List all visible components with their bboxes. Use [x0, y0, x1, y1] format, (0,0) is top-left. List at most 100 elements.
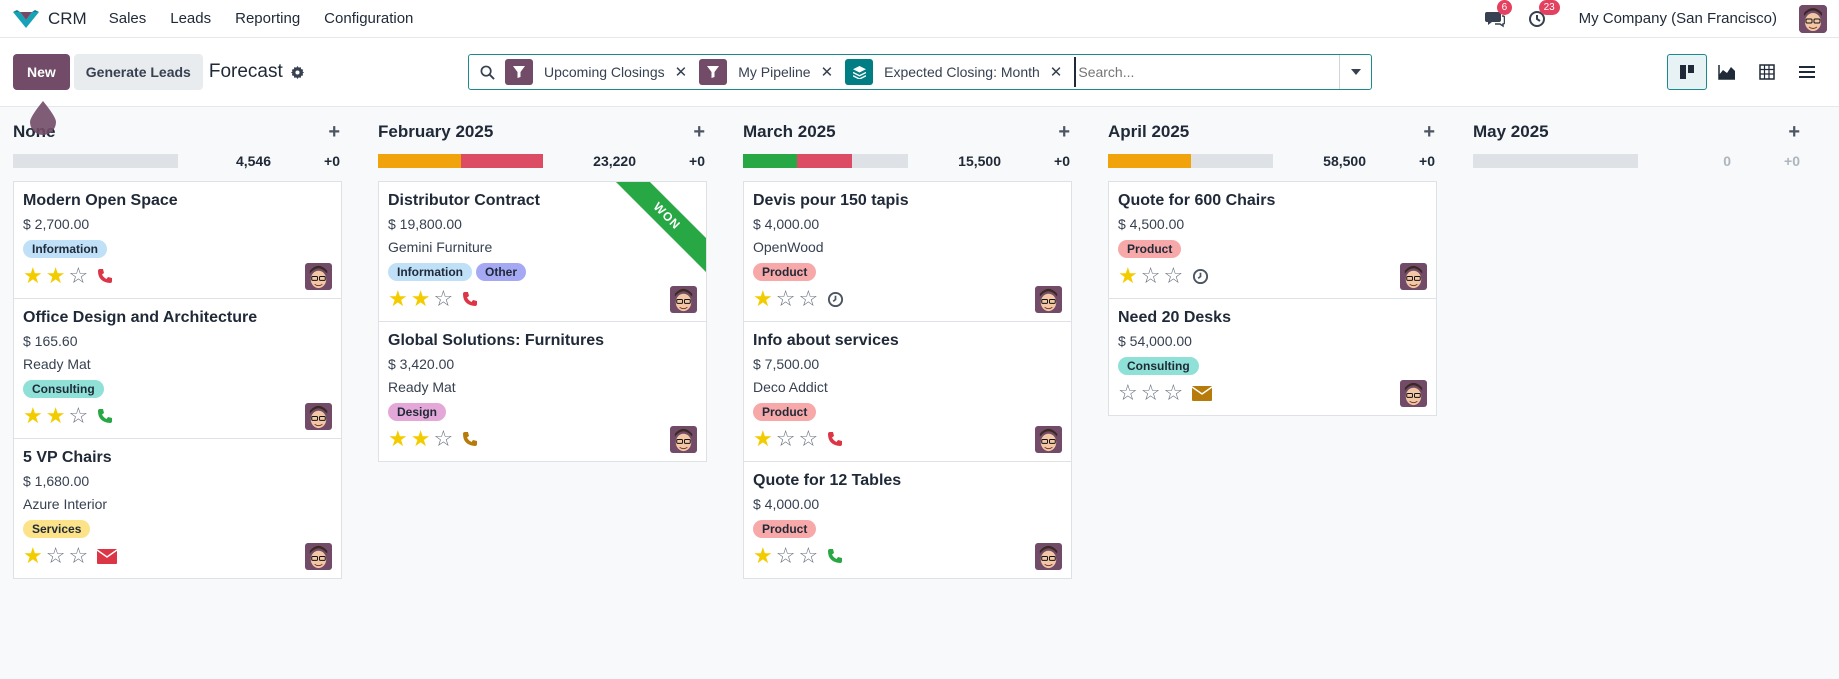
lead-card[interactable]: WON Distributor Contract $ 19,800.00 Gemini…: [379, 182, 706, 322]
salesperson-avatar[interactable]: [1035, 425, 1062, 453]
gear-icon[interactable]: [290, 65, 304, 79]
priority-star-icon[interactable]: ☆: [798, 288, 818, 310]
new-button[interactable]: New: [13, 54, 70, 90]
priority-star-icon[interactable]: ☆: [776, 545, 796, 567]
pivot-view-button[interactable]: [1747, 54, 1787, 90]
priority-star-icon[interactable]: ★: [388, 288, 408, 310]
priority-star-icon[interactable]: ☆: [68, 265, 88, 287]
phone-icon[interactable]: [462, 291, 478, 307]
priority-star-icon[interactable]: ★: [23, 405, 43, 427]
app-brand[interactable]: CRM: [12, 9, 87, 29]
priority-star-icon[interactable]: ☆: [798, 545, 818, 567]
lead-card[interactable]: Need 20 Desks $ 54,000.00 Consulting ☆ ☆ ☆: [1109, 299, 1436, 415]
menu-reporting[interactable]: Reporting: [235, 10, 300, 27]
priority-star-icon[interactable]: ☆: [433, 428, 453, 450]
quick-create-button[interactable]: +: [693, 121, 705, 144]
generate-leads-button[interactable]: Generate Leads: [73, 54, 203, 90]
phone-icon[interactable]: [97, 408, 113, 424]
priority-star-icon[interactable]: ★: [388, 428, 408, 450]
quick-create-button[interactable]: +: [328, 121, 340, 144]
priority-star-icon[interactable]: ☆: [776, 428, 796, 450]
quick-create-button[interactable]: +: [1788, 121, 1800, 144]
column-title[interactable]: April 2025: [1108, 122, 1189, 142]
priority-star-icon[interactable]: ★: [23, 545, 43, 567]
priority-star-icon[interactable]: ☆: [776, 288, 796, 310]
salesperson-avatar[interactable]: [305, 542, 332, 570]
kanban-column: None+ 4,546 +0 Modern Open Space $ 2,700.00 I…: [13, 121, 342, 579]
menu-sales[interactable]: Sales: [109, 10, 147, 27]
menu-leads[interactable]: Leads: [170, 10, 211, 27]
lead-title: Need 20 Desks: [1118, 309, 1231, 326]
progress-segment[interactable]: [1108, 154, 1191, 168]
priority-star-icon[interactable]: ☆: [798, 428, 818, 450]
lead-card[interactable]: Info about services $ 7,500.00 Deco Addict…: [744, 322, 1071, 462]
phone-icon[interactable]: [827, 548, 843, 564]
user-avatar[interactable]: [1799, 4, 1827, 33]
progress-segment[interactable]: [378, 154, 461, 168]
facet-upcoming-closings[interactable]: Upcoming Closings ✕: [505, 59, 692, 85]
envelope-icon[interactable]: [1192, 385, 1213, 401]
priority-star-icon[interactable]: ☆: [1163, 382, 1183, 404]
messages-button[interactable]: 6: [1483, 0, 1513, 30]
lead-card[interactable]: Quote for 12 Tables $ 4,000.00 Product ★ ☆ ☆: [744, 462, 1071, 578]
priority-star-icon[interactable]: ★: [753, 288, 773, 310]
priority-star-icon[interactable]: ★: [1118, 265, 1138, 287]
salesperson-avatar[interactable]: [305, 262, 332, 290]
column-title[interactable]: February 2025: [378, 122, 493, 142]
menu-configuration[interactable]: Configuration: [324, 10, 413, 27]
priority-star-icon[interactable]: ★: [411, 428, 431, 450]
lead-card[interactable]: Office Design and Architecture $ 165.60 Re…: [14, 299, 341, 439]
priority-star-icon[interactable]: ☆: [1141, 265, 1161, 287]
phone-icon[interactable]: [827, 431, 843, 447]
priority-star-icon[interactable]: ☆: [1118, 382, 1138, 404]
company-switcher[interactable]: My Company (San Francisco): [1579, 10, 1777, 27]
priority-star-icon[interactable]: ☆: [433, 288, 453, 310]
lead-card[interactable]: Quote for 600 Chairs $ 4,500.00 Product ★ ☆ ☆: [1109, 182, 1436, 299]
column-title[interactable]: May 2025: [1473, 122, 1549, 142]
envelope-icon[interactable]: [97, 548, 118, 564]
clock-icon[interactable]: [827, 291, 844, 308]
salesperson-avatar[interactable]: [670, 425, 697, 453]
phone-icon[interactable]: [462, 431, 478, 447]
priority-star-icon[interactable]: ★: [753, 428, 773, 450]
priority-star-icon[interactable]: ☆: [1163, 265, 1183, 287]
priority-star-icon[interactable]: ☆: [46, 545, 66, 567]
lead-card[interactable]: 5 VP Chairs $ 1,680.00 Azure Interior Servi…: [14, 439, 341, 578]
close-icon[interactable]: ✕: [1050, 63, 1067, 81]
search-options-toggle[interactable]: [1339, 55, 1371, 89]
column-title[interactable]: March 2025: [743, 122, 836, 142]
close-icon[interactable]: ✕: [821, 63, 838, 81]
progress-segment[interactable]: [743, 154, 798, 168]
salesperson-avatar[interactable]: [305, 402, 332, 430]
salesperson-avatar[interactable]: [1035, 285, 1062, 313]
phone-icon[interactable]: [97, 268, 113, 284]
lead-card[interactable]: Global Solutions: Furnitures $ 3,420.00 Re…: [379, 322, 706, 461]
close-icon[interactable]: ✕: [675, 63, 692, 81]
salesperson-avatar[interactable]: [1400, 262, 1427, 290]
clock-icon[interactable]: [1192, 268, 1209, 285]
priority-star-icon[interactable]: ☆: [68, 405, 88, 427]
salesperson-avatar[interactable]: [1035, 542, 1062, 570]
facet-expected-closing[interactable]: Expected Closing: Month ✕: [845, 59, 1067, 85]
quick-create-button[interactable]: +: [1423, 121, 1435, 144]
search-input[interactable]: [1074, 57, 1339, 87]
facet-my-pipeline[interactable]: My Pipeline ✕: [699, 59, 838, 85]
priority-star-icon[interactable]: ★: [46, 265, 66, 287]
priority-star-icon[interactable]: ☆: [68, 545, 88, 567]
lead-card[interactable]: Devis pour 150 tapis $ 4,000.00 OpenWood Pr…: [744, 182, 1071, 322]
activities-button[interactable]: 23: [1525, 0, 1560, 30]
graph-view-button[interactable]: [1707, 54, 1747, 90]
salesperson-avatar[interactable]: [670, 285, 697, 313]
lead-card[interactable]: Modern Open Space $ 2,700.00 Information ★ ★…: [14, 182, 341, 299]
quick-create-button[interactable]: +: [1058, 121, 1070, 144]
progress-segment[interactable]: [797, 154, 852, 168]
progress-segment[interactable]: [460, 154, 543, 168]
kanban-view-button[interactable]: [1667, 54, 1707, 90]
salesperson-avatar[interactable]: [1400, 379, 1427, 407]
list-view-button[interactable]: [1787, 54, 1827, 90]
priority-star-icon[interactable]: ★: [46, 405, 66, 427]
priority-star-icon[interactable]: ☆: [1141, 382, 1161, 404]
priority-star-icon[interactable]: ★: [23, 265, 43, 287]
priority-star-icon[interactable]: ★: [753, 545, 773, 567]
priority-star-icon[interactable]: ★: [411, 288, 431, 310]
